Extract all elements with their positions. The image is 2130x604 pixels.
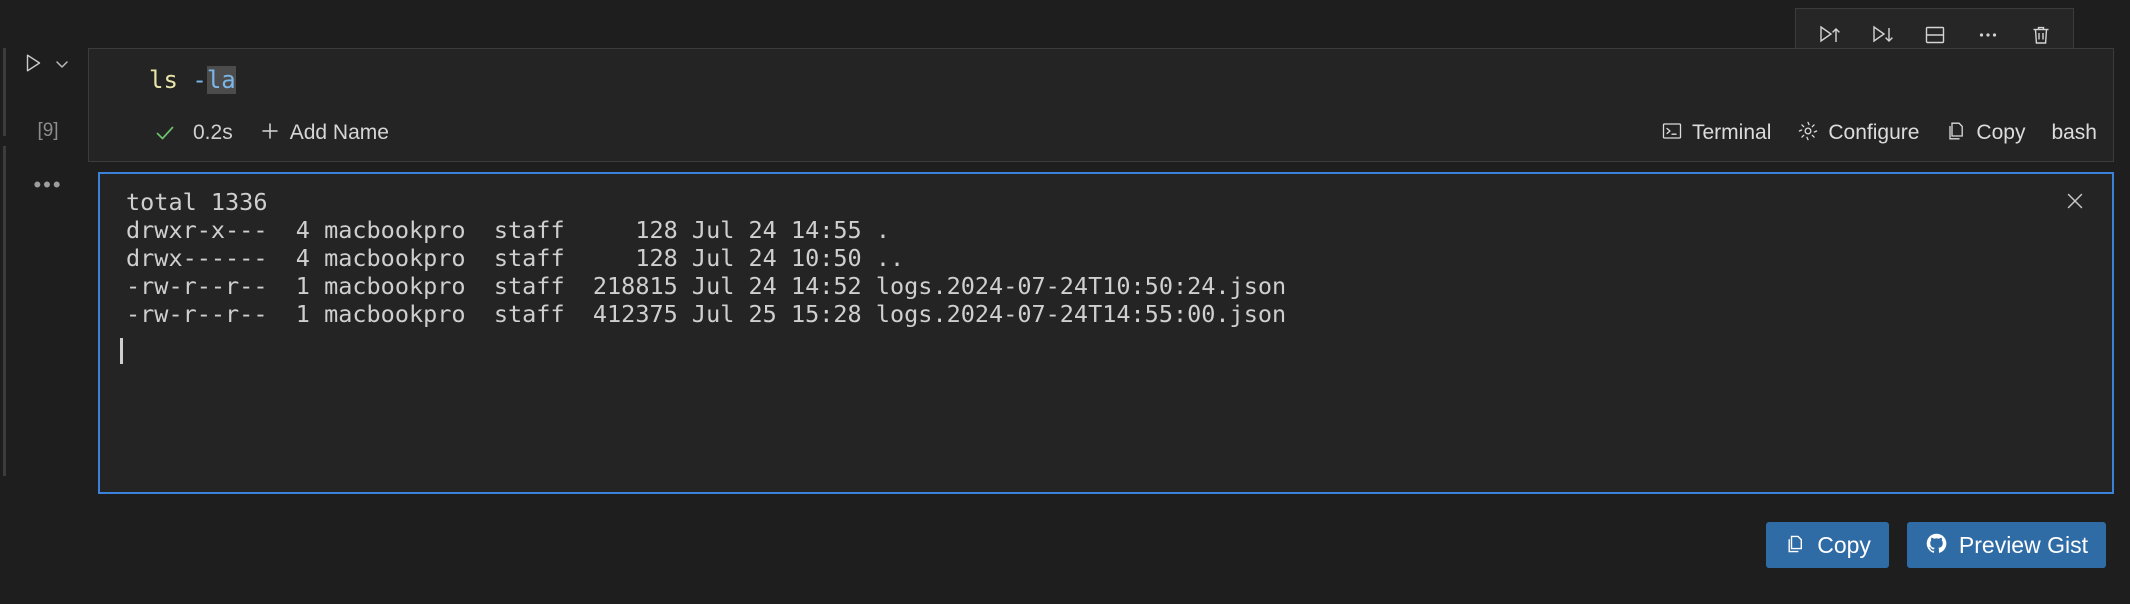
checkmark-icon	[145, 121, 185, 145]
terminal-cursor	[120, 338, 123, 364]
copy-cell-label: Copy	[1976, 121, 2026, 144]
copy-cell-button[interactable]: Copy	[1945, 120, 2025, 147]
code-token-command: ls	[149, 66, 178, 94]
copy-icon	[1945, 120, 1967, 147]
split-cell-icon	[1923, 23, 1947, 47]
plus-icon	[259, 120, 281, 147]
add-name-label: Add Name	[289, 121, 389, 144]
close-icon	[2063, 189, 2087, 218]
terminal-output-text: total 1336 drwxr-x--- 4 macbookpro staff…	[126, 188, 1287, 328]
play-down-icon	[1869, 22, 1895, 48]
code-token-dash: -	[192, 66, 207, 94]
code-token-flag-selected: la	[206, 66, 236, 94]
execution-count: [9]	[37, 120, 59, 141]
copy-output-button[interactable]: Copy	[1766, 522, 1889, 568]
cell-focus-bar-output	[3, 146, 6, 476]
configure-button[interactable]: Configure	[1797, 120, 1919, 147]
run-cell-button[interactable]	[20, 52, 46, 78]
cell-input-container[interactable]: ls -la 0.2s Add Name Terminal Configure …	[88, 48, 2114, 162]
code-editor-line[interactable]: ls -la	[149, 63, 236, 97]
cell-language-selector[interactable]: bash	[2051, 121, 2097, 145]
chevron-down-icon	[53, 55, 71, 78]
copy-icon	[1784, 533, 1806, 558]
cell-focus-bar-input	[3, 48, 6, 136]
close-output-button[interactable]	[2058, 186, 2092, 220]
gear-icon	[1797, 120, 1819, 147]
play-up-icon	[1816, 22, 1842, 48]
add-name-button[interactable]: Add Name	[259, 120, 389, 147]
ellipsis-icon	[1976, 23, 2000, 47]
terminal-icon	[1661, 120, 1683, 147]
github-icon	[1925, 532, 1948, 558]
output-collapse-ellipsis[interactable]: •••	[22, 174, 74, 196]
terminal-button[interactable]: Terminal	[1661, 120, 1771, 147]
preview-gist-label: Preview Gist	[1958, 531, 2088, 558]
play-icon	[21, 51, 45, 80]
terminal-label: Terminal	[1692, 121, 1772, 144]
output-actions-bar: Copy Preview Gist	[1766, 522, 2106, 568]
copy-output-label: Copy	[1817, 531, 1871, 558]
configure-label: Configure	[1828, 121, 1920, 144]
cell-output-container[interactable]: total 1336 drwxr-x--- 4 macbookpro staff…	[98, 172, 2114, 494]
cell-status-bar: 0.2s Add Name	[145, 111, 389, 155]
cell-meta-bar: Terminal Configure Copy bash	[1661, 111, 2097, 155]
run-options-chevron[interactable]	[52, 56, 72, 76]
preview-gist-button[interactable]: Preview Gist	[1906, 522, 2106, 568]
execution-duration: 0.2s	[193, 121, 233, 144]
trash-icon	[2029, 23, 2053, 47]
